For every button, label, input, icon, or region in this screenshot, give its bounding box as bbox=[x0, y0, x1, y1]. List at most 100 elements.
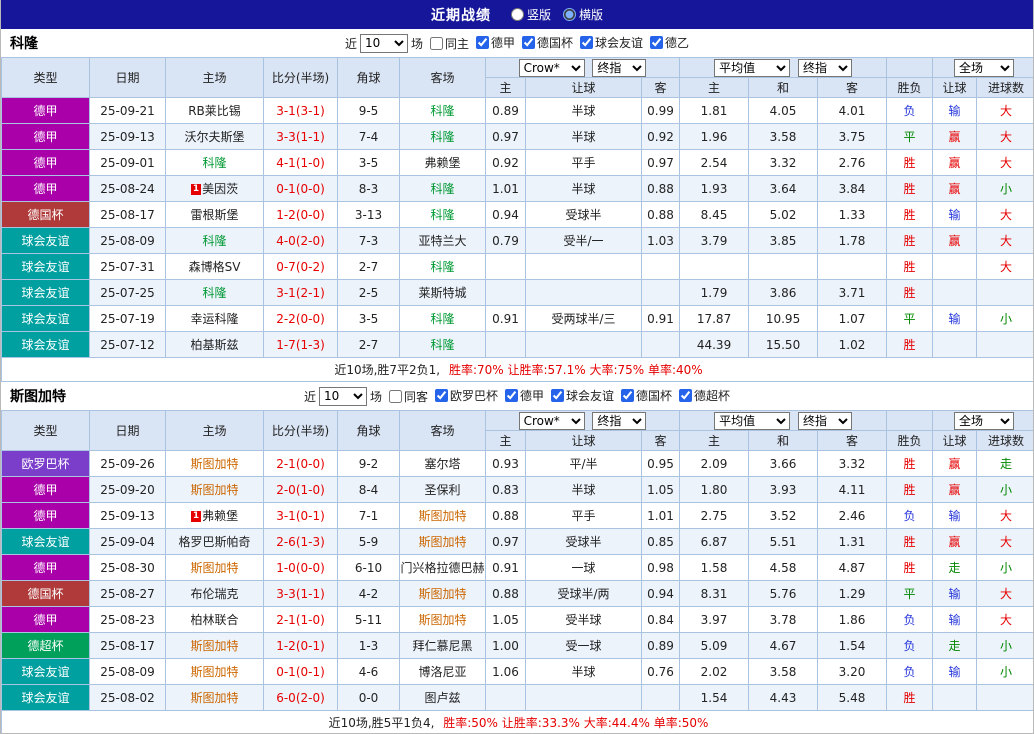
home-team-name[interactable]: 斯图加特 bbox=[190, 639, 238, 653]
away-team-name[interactable]: 斯图加特 bbox=[418, 613, 466, 627]
league-checkbox[interactable] bbox=[476, 36, 489, 49]
bookmaker-stage-select[interactable]: 终指 bbox=[592, 412, 646, 430]
match-score[interactable]: 2-6(1-3) bbox=[276, 535, 325, 549]
match-score[interactable]: 4-1(1-0) bbox=[276, 156, 325, 170]
match-score[interactable]: 1-2(0-1) bbox=[276, 639, 325, 653]
home-team-name[interactable]: 美因茨 bbox=[202, 182, 238, 196]
odds-home-value: 0.89 bbox=[492, 104, 519, 118]
away-team-name[interactable]: 弗赖堡 bbox=[424, 156, 460, 170]
league-filter[interactable]: 德超杯 bbox=[679, 387, 730, 404]
home-team-name[interactable]: 布伦瑞克 bbox=[190, 587, 238, 601]
home-team-name[interactable]: 斯图加特 bbox=[190, 691, 238, 705]
league-filter[interactable]: 欧罗巴杯 bbox=[435, 387, 498, 404]
away-team-name[interactable]: 科隆 bbox=[430, 260, 454, 274]
away-team-name[interactable]: 塞尔塔 bbox=[424, 457, 460, 471]
away-team-name[interactable]: 图卢兹 bbox=[424, 691, 460, 705]
match-score[interactable]: 3-1(2-1) bbox=[276, 286, 325, 300]
league-filter[interactable]: 德甲 bbox=[476, 34, 515, 51]
league-checkbox[interactable] bbox=[679, 389, 692, 402]
home-team-name[interactable]: 斯图加特 bbox=[190, 561, 238, 575]
home-team-name[interactable]: 雷根斯堡 bbox=[190, 208, 238, 222]
match-score[interactable]: 0-7(0-2) bbox=[276, 260, 325, 274]
away-team-name[interactable]: 科隆 bbox=[430, 182, 454, 196]
away-team-name[interactable]: 斯图加特 bbox=[418, 587, 466, 601]
home-team-name[interactable]: 沃尔夫斯堡 bbox=[184, 130, 244, 144]
match-score[interactable]: 2-0(1-0) bbox=[276, 483, 325, 497]
same-venue-checkbox[interactable] bbox=[430, 37, 443, 50]
scope-select[interactable]: 全场 bbox=[954, 412, 1014, 430]
home-team-name[interactable]: 斯图加特 bbox=[190, 457, 238, 471]
league-checkbox[interactable] bbox=[551, 389, 564, 402]
league-filter[interactable]: 德甲 bbox=[505, 387, 544, 404]
away-team-name[interactable]: 圣保利 bbox=[424, 483, 460, 497]
away-team-name[interactable]: 科隆 bbox=[430, 312, 454, 326]
home-team-name[interactable]: 格罗巴斯帕奇 bbox=[178, 535, 250, 549]
home-team-name[interactable]: 科隆 bbox=[202, 234, 226, 248]
average-select[interactable]: 平均值 bbox=[714, 412, 790, 430]
match-count-select[interactable]: 10 bbox=[319, 387, 367, 406]
match-score[interactable]: 4-0(2-0) bbox=[276, 234, 325, 248]
away-team-name[interactable]: 科隆 bbox=[430, 104, 454, 118]
same-venue-filter[interactable]: 同主 bbox=[430, 35, 469, 52]
league-filter[interactable]: 球会友谊 bbox=[551, 387, 614, 404]
away-team-name[interactable]: 门兴格拉德巴赫 bbox=[400, 561, 484, 575]
bookmaker-stage-select[interactable]: 终指 bbox=[592, 59, 646, 77]
average-stage-select[interactable]: 终指 bbox=[798, 59, 852, 77]
away-team-name[interactable]: 亚特兰大 bbox=[418, 234, 466, 248]
home-team-name[interactable]: 斯图加特 bbox=[190, 665, 238, 679]
home-team-name[interactable]: 科隆 bbox=[202, 286, 226, 300]
handicap-result-cell: 赢 bbox=[933, 477, 977, 503]
home-team-name[interactable]: 柏基斯兹 bbox=[190, 338, 238, 352]
away-team-name[interactable]: 科隆 bbox=[430, 338, 454, 352]
league-checkbox[interactable] bbox=[650, 36, 663, 49]
match-score[interactable]: 3-1(3-1) bbox=[276, 104, 325, 118]
match-score[interactable]: 0-1(0-0) bbox=[276, 182, 325, 196]
match-score[interactable]: 3-3(1-1) bbox=[276, 587, 325, 601]
match-count-select[interactable]: 10 bbox=[360, 34, 408, 53]
match-score[interactable]: 3-3(1-1) bbox=[276, 130, 325, 144]
bookmaker-select[interactable]: Crow* bbox=[519, 59, 585, 77]
league-checkbox[interactable] bbox=[621, 389, 634, 402]
home-team-name[interactable]: 斯图加特 bbox=[190, 483, 238, 497]
layout-option[interactable]: 竖版 bbox=[511, 6, 551, 23]
away-team-name[interactable]: 博洛尼亚 bbox=[418, 665, 466, 679]
league-checkbox[interactable] bbox=[435, 389, 448, 402]
home-team-name[interactable]: RB莱比锡 bbox=[188, 104, 241, 118]
league-checkbox[interactable] bbox=[580, 36, 593, 49]
match-score[interactable]: 1-2(0-0) bbox=[276, 208, 325, 222]
bookmaker-select[interactable]: Crow* bbox=[519, 412, 585, 430]
away-team-name[interactable]: 斯图加特 bbox=[418, 509, 466, 523]
match-score[interactable]: 2-2(0-0) bbox=[276, 312, 325, 326]
league-filter[interactable]: 球会友谊 bbox=[580, 34, 643, 51]
away-team-name[interactable]: 莱斯特城 bbox=[418, 286, 466, 300]
same-venue-checkbox[interactable] bbox=[389, 390, 402, 403]
match-score[interactable]: 3-1(0-1) bbox=[276, 509, 325, 523]
average-select[interactable]: 平均值 bbox=[714, 59, 790, 77]
away-team-name[interactable]: 科隆 bbox=[430, 208, 454, 222]
league-checkbox[interactable] bbox=[505, 389, 518, 402]
away-team-name[interactable]: 斯图加特 bbox=[418, 535, 466, 549]
away-team-name[interactable]: 科隆 bbox=[430, 130, 454, 144]
layout-radio[interactable] bbox=[563, 8, 576, 21]
league-filter[interactable]: 德乙 bbox=[650, 34, 689, 51]
match-score[interactable]: 2-1(1-0) bbox=[276, 613, 325, 627]
match-score[interactable]: 1-7(1-3) bbox=[276, 338, 325, 352]
home-team-name[interactable]: 幸运科隆 bbox=[190, 312, 238, 326]
scope-select[interactable]: 全场 bbox=[954, 59, 1014, 77]
league-filter[interactable]: 德国杯 bbox=[522, 34, 573, 51]
home-team-name[interactable]: 森博格SV bbox=[189, 260, 241, 274]
layout-radio[interactable] bbox=[511, 8, 524, 21]
home-team-name[interactable]: 科隆 bbox=[202, 156, 226, 170]
match-score[interactable]: 1-0(0-0) bbox=[276, 561, 325, 575]
home-team-name[interactable]: 弗赖堡 bbox=[202, 509, 238, 523]
away-team-name[interactable]: 拜仁慕尼黑 bbox=[412, 639, 472, 653]
layout-option[interactable]: 横版 bbox=[563, 6, 603, 23]
same-venue-filter[interactable]: 同客 bbox=[389, 388, 428, 405]
league-checkbox[interactable] bbox=[522, 36, 535, 49]
match-score[interactable]: 2-1(0-0) bbox=[276, 457, 325, 471]
match-score[interactable]: 6-0(2-0) bbox=[276, 691, 325, 705]
average-stage-select[interactable]: 终指 bbox=[798, 412, 852, 430]
league-filter[interactable]: 德国杯 bbox=[621, 387, 672, 404]
home-team-name[interactable]: 柏林联合 bbox=[190, 613, 238, 627]
match-score[interactable]: 0-1(0-1) bbox=[276, 665, 325, 679]
